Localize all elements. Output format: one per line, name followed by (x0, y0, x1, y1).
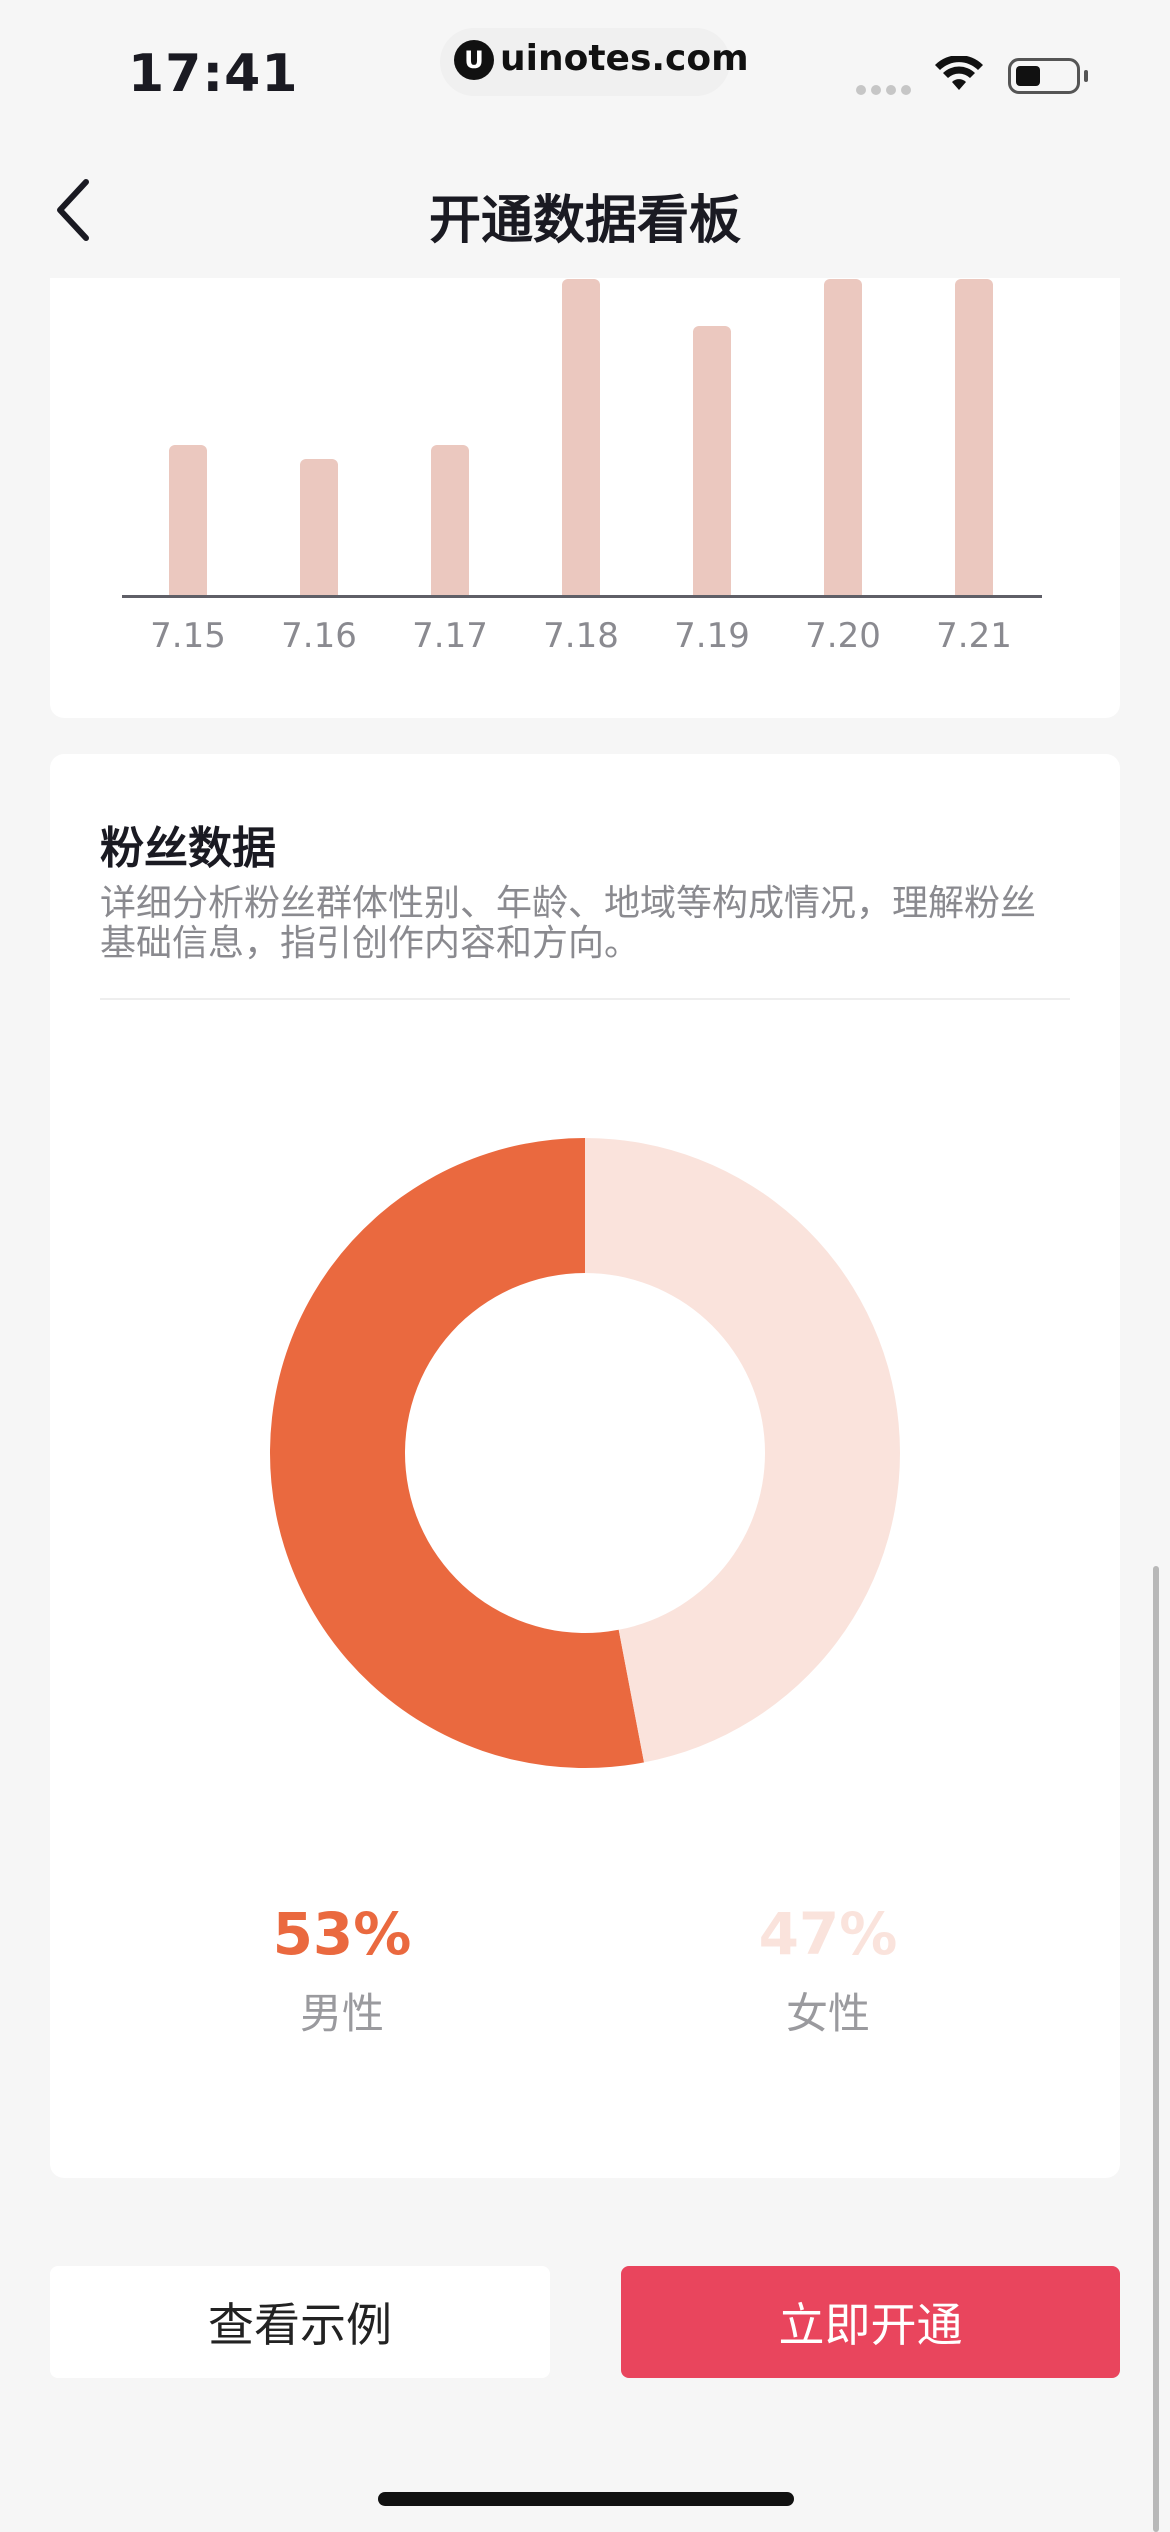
battery-cap (1084, 70, 1088, 82)
site-logo-icon: U (454, 40, 494, 80)
female-percentage: 47% (758, 1900, 898, 1968)
male-label: 男性 (299, 1989, 384, 2038)
page-title: 开通数据看板 (428, 191, 741, 251)
chart-bar (300, 459, 338, 596)
chart-bar (431, 444, 469, 596)
wifi-icon (934, 55, 984, 96)
chart-bar (955, 279, 993, 596)
view-example-button[interactable]: 查看示例 (50, 2266, 550, 2378)
divider (100, 998, 1070, 1000)
chart-x-tick-label: 7.18 (543, 616, 619, 656)
cellular-signal-icon (856, 80, 916, 99)
chart-x-tick-label: 7.20 (805, 616, 881, 656)
chart-x-tick-label: 7.15 (150, 616, 226, 656)
chart-bar (693, 326, 731, 596)
chart-bar (169, 444, 207, 596)
chart-bar (824, 279, 862, 596)
scrollbar[interactable] (1153, 1566, 1159, 2532)
chart-x-tick-label: 7.19 (674, 616, 750, 656)
chart-x-tick-label: 7.16 (281, 616, 357, 656)
gender-donut-chart (268, 1136, 902, 1774)
female-label: 女性 (785, 1989, 870, 2038)
battery-level (1016, 66, 1040, 86)
home-indicator[interactable] (378, 2492, 794, 2506)
chart-x-tick-label: 7.21 (936, 616, 1012, 656)
chart-x-tick-label: 7.17 (412, 616, 488, 656)
site-url: uinotes.com (500, 38, 749, 79)
fans-section-description: 详细分析粉丝群体性别、年龄、地域等构成情况，理解粉丝基础信息，指引创作内容和方向… (100, 883, 1037, 964)
activate-now-button[interactable]: 立即开通 (621, 2266, 1120, 2378)
chart-x-axis (122, 595, 1042, 598)
chart-bar (562, 279, 600, 596)
fans-section-title: 粉丝数据 (100, 823, 276, 874)
status-time: 17:41 (128, 44, 299, 104)
donut-slice-female (585, 1138, 901, 1763)
male-percentage: 53% (272, 1900, 412, 1968)
